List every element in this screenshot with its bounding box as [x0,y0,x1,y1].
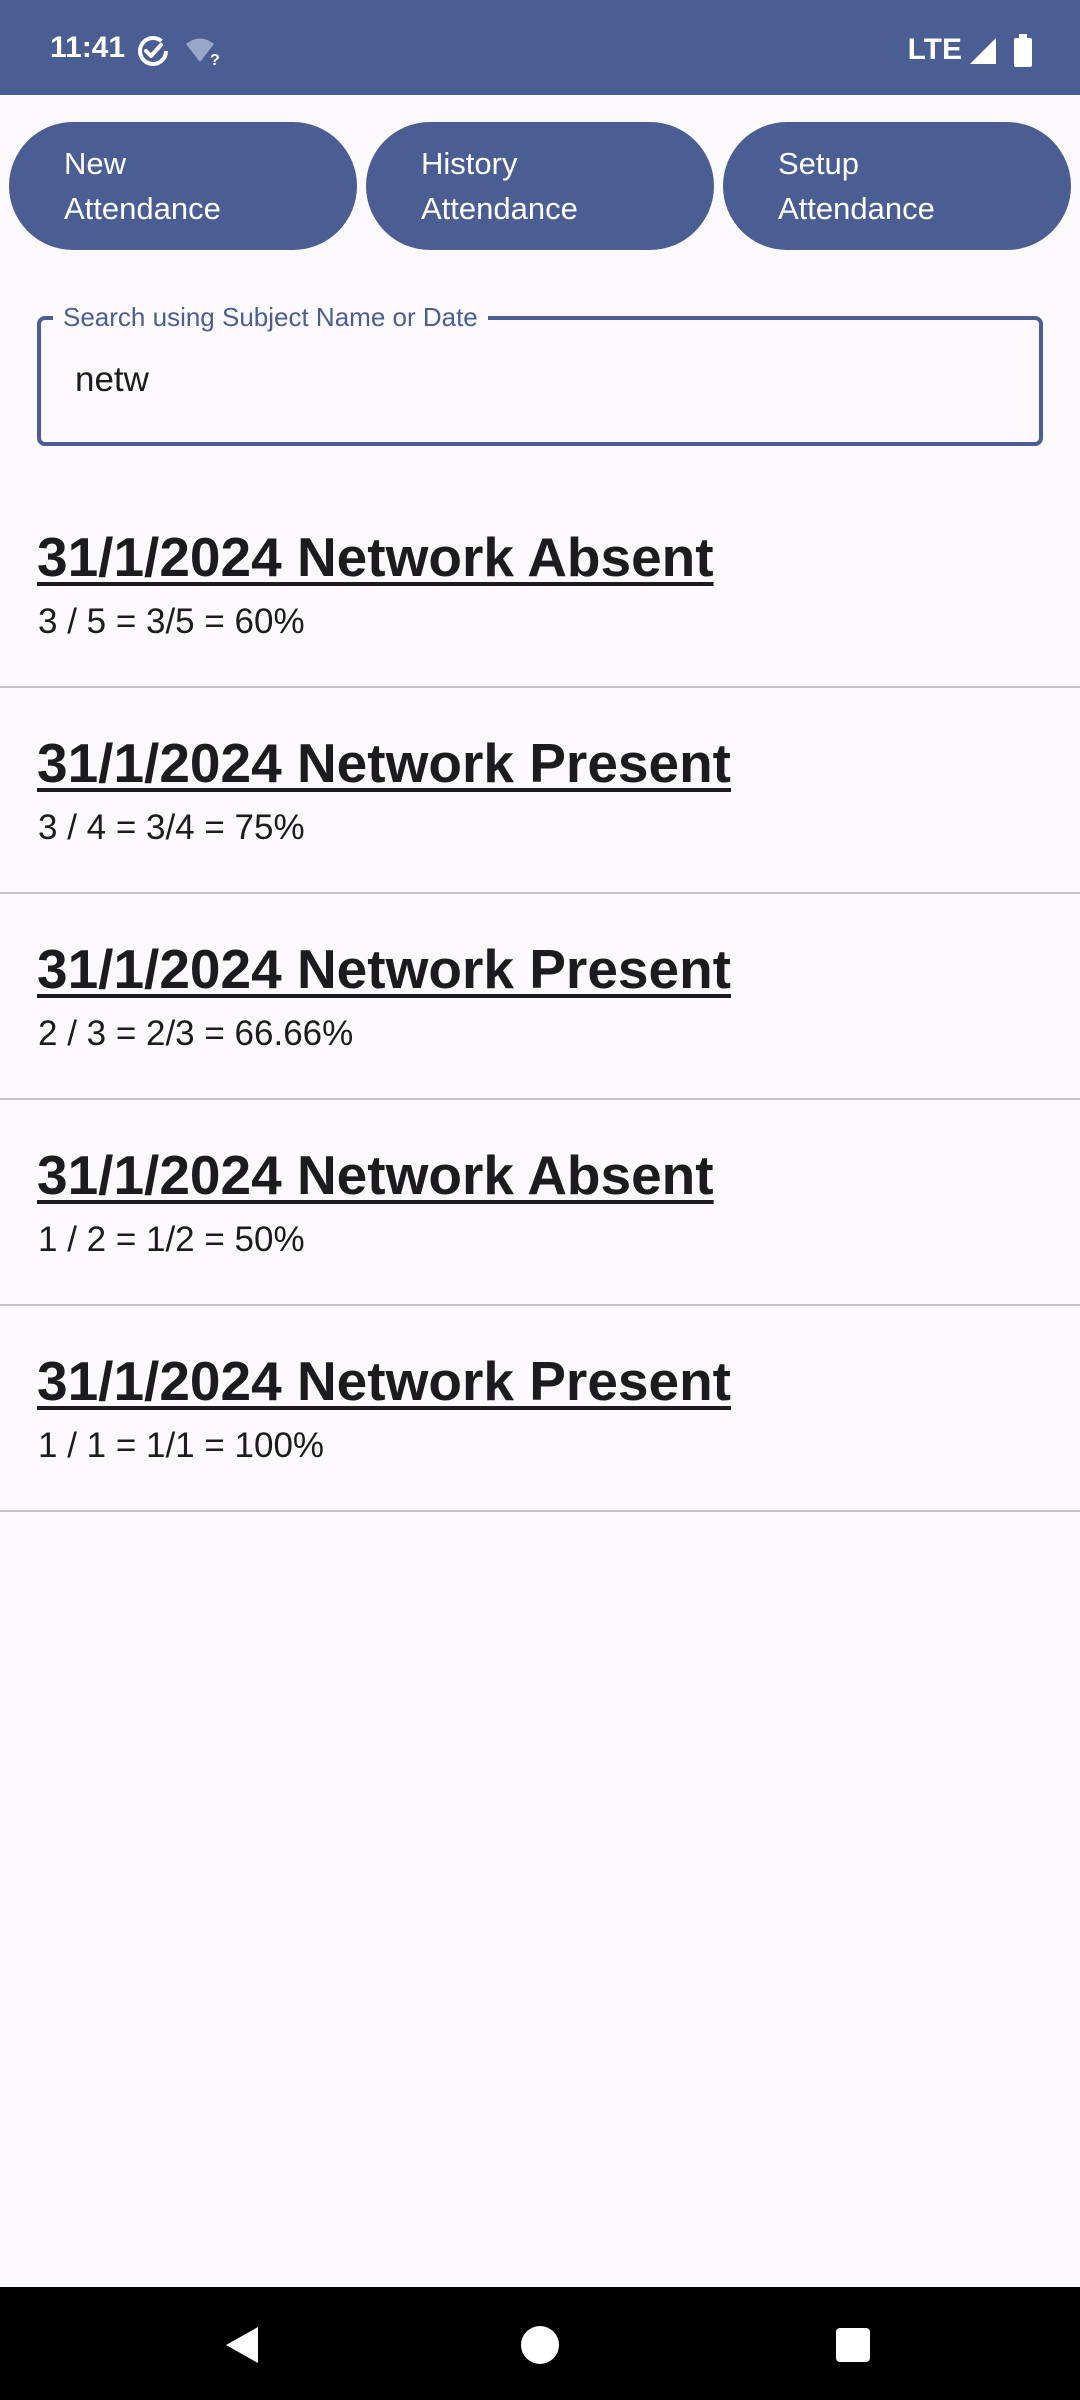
history-attendance-label-line2: Attendance [421,191,578,226]
svg-text:?: ? [210,52,220,66]
record-item[interactable]: 31/1/2024 Network Present 1 / 1 = 1/1 = … [0,1306,1080,1512]
status-time: 11:41 [50,31,126,64]
record-item[interactable]: 31/1/2024 Network Present 2 / 3 = 2/3 = … [0,894,1080,1100]
attendance-record-list: 31/1/2024 Network Absent 3 / 5 = 3/5 = 6… [0,482,1080,1512]
new-attendance-label-line2: Attendance [64,191,221,226]
search-field[interactable]: Search using Subject Name or Date [37,300,1043,446]
record-item[interactable]: 31/1/2024 Network Absent 3 / 5 = 3/5 = 6… [0,482,1080,688]
setup-attendance-label-line2: Attendance [778,191,935,226]
new-attendance-label-line1: New [64,146,127,181]
record-title: 31/1/2024 Network Present [37,1350,731,1412]
wifi-unknown-icon: ? [186,38,220,66]
recents-icon[interactable] [835,2327,871,2363]
signal-icon [970,38,996,64]
network-type: LTE [907,33,962,66]
record-title: 31/1/2024 Network Absent [37,1144,714,1206]
record-detail: 1 / 1 = 1/1 = 100% [38,1426,325,1465]
check-circle-icon [138,36,168,66]
new-attendance-button[interactable]: New Attendance [9,122,357,250]
back-icon[interactable] [222,2325,262,2365]
record-item[interactable]: 31/1/2024 Network Present 3 / 4 = 3/4 = … [0,688,1080,894]
search-label: Search using Subject Name or Date [53,300,488,334]
home-icon[interactable] [520,2325,560,2365]
battery-icon [1014,34,1032,67]
record-title: 31/1/2024 Network Present [37,938,731,1000]
setup-attendance-label-line1: Setup [778,146,860,181]
tab-row: New Attendance History Attendance Setup … [0,122,1080,252]
history-attendance-label-line1: History [421,146,518,181]
history-attendance-button[interactable]: History Attendance [366,122,714,250]
search-input[interactable] [75,350,975,410]
record-detail: 3 / 5 = 3/5 = 60% [38,602,305,641]
record-title: 31/1/2024 Network Present [37,732,731,794]
record-item[interactable]: 31/1/2024 Network Absent 1 / 2 = 1/2 = 5… [0,1100,1080,1306]
record-detail: 2 / 3 = 2/3 = 66.66% [38,1014,354,1053]
navigation-bar [0,2287,1080,2400]
record-detail: 1 / 2 = 1/2 = 50% [38,1220,305,1259]
record-title: 31/1/2024 Network Absent [37,526,714,588]
setup-attendance-button[interactable]: Setup Attendance [723,122,1071,250]
record-detail: 3 / 4 = 3/4 = 75% [38,808,305,847]
status-bar: 11:41 ? LTE [0,0,1080,95]
